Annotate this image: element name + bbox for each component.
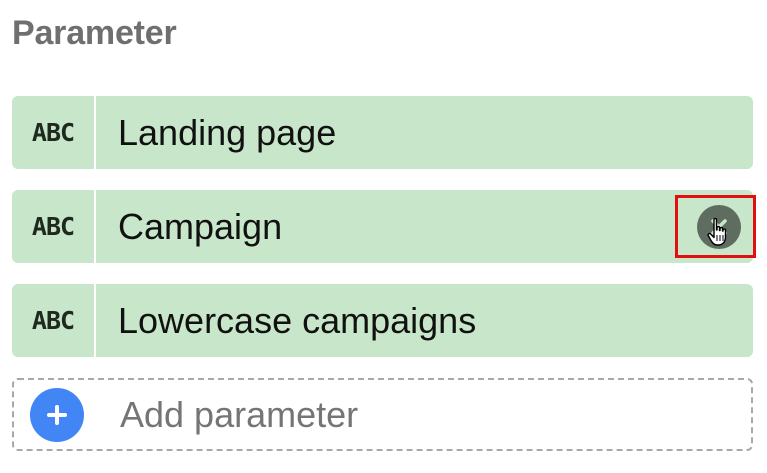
hand-pointer-icon — [707, 217, 727, 246]
text-type-badge: ABC — [12, 284, 96, 357]
parameter-chip-campaign[interactable]: ABC Campaign — [12, 190, 753, 263]
parameter-chip-landing-page[interactable]: ABC Landing page — [12, 96, 753, 169]
parameter-name: Campaign — [118, 205, 283, 247]
parameter-chip-lowercase-campaigns[interactable]: ABC Lowercase campaigns — [12, 284, 753, 357]
add-parameter-label: Add parameter — [120, 393, 359, 435]
plus-icon[interactable] — [30, 387, 84, 442]
add-parameter-button[interactable]: Add parameter — [12, 378, 753, 451]
text-type-badge: ABC — [12, 190, 96, 263]
parameter-name: Lowercase campaigns — [118, 299, 477, 341]
parameter-panel: Parameter ABC Landing page ABC Campaign … — [0, 0, 767, 473]
text-type-badge: ABC — [12, 96, 96, 169]
section-title: Parameter — [12, 14, 177, 52]
parameter-name: Landing page — [118, 111, 337, 153]
